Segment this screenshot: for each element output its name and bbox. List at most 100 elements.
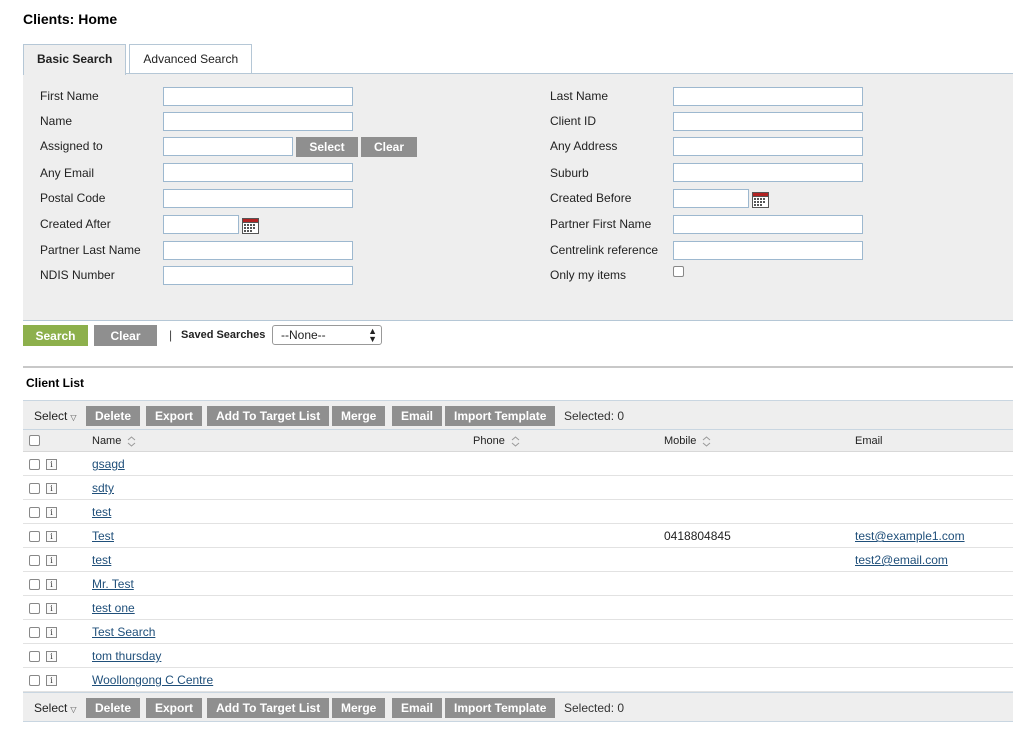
column-header-mobile[interactable]: Mobile <box>664 435 711 447</box>
column-phone-label: Phone <box>473 435 505 447</box>
created-before-input[interactable] <box>673 189 749 208</box>
row-checkbox[interactable] <box>29 459 40 470</box>
row-checkbox[interactable] <box>29 675 40 686</box>
assigned-to-select-button[interactable]: Select <box>296 137 358 157</box>
list-toolbar-bottom: Select ▽ Delete Export Add To Target List… <box>23 692 1013 722</box>
table-row: i tom thursday <box>23 644 1013 668</box>
clear-search-button[interactable]: Clear <box>94 325 157 346</box>
import-template-button[interactable]: Import Template <box>445 406 556 426</box>
client-name-link[interactable]: Test <box>92 529 114 543</box>
ndis-number-input[interactable] <box>163 266 353 285</box>
delete-button[interactable]: Delete <box>86 698 141 718</box>
select-all-checkbox[interactable] <box>29 435 40 446</box>
column-header-name[interactable]: Name <box>92 435 136 447</box>
partner-last-name-input[interactable] <box>163 241 353 260</box>
client-name-link[interactable]: test one <box>92 601 135 615</box>
info-icon[interactable]: i <box>46 603 57 614</box>
tab-advanced-search[interactable]: Advanced Search <box>129 44 253 74</box>
triangle-down-icon: ▽ <box>70 413 77 422</box>
select-menu[interactable]: Select ▽ <box>34 701 77 715</box>
sort-icon <box>703 435 711 447</box>
only-my-items-checkbox[interactable] <box>673 266 684 277</box>
client-email-link[interactable]: test@example1.com <box>855 529 965 543</box>
client-name-link[interactable]: test <box>92 553 111 567</box>
select-menu-label: Select <box>34 409 68 423</box>
partner-first-name-input[interactable] <box>673 215 863 234</box>
table-row: i test one <box>23 596 1013 620</box>
calendar-icon[interactable] <box>752 192 769 208</box>
row-checkbox[interactable] <box>29 627 40 638</box>
client-name-link[interactable]: Test Search <box>92 625 155 639</box>
info-icon[interactable]: i <box>46 651 57 662</box>
table-row: i Woollongong C Centre <box>23 668 1013 692</box>
search-button[interactable]: Search <box>23 325 88 346</box>
info-icon[interactable]: i <box>46 531 57 542</box>
export-button[interactable]: Export <box>146 406 203 426</box>
client-name-link[interactable]: test <box>92 505 111 519</box>
email-button[interactable]: Email <box>392 698 443 718</box>
info-icon[interactable]: i <box>46 459 57 470</box>
info-icon[interactable]: i <box>46 507 57 518</box>
partner-last-name-label: Partner Last Name <box>40 243 141 257</box>
select-arrows-icon: ▲ ▼ <box>368 326 377 344</box>
centrelink-reference-input[interactable] <box>673 241 863 260</box>
client-email-link[interactable]: test2@email.com <box>855 553 948 567</box>
add-to-target-list-button[interactable]: Add To Target List <box>207 406 330 426</box>
client-name-link[interactable]: gsagd <box>92 457 125 471</box>
table-row: i Test 0418804845 test@example1.com <box>23 524 1013 548</box>
delete-button[interactable]: Delete <box>86 406 141 426</box>
client-id-label: Client ID <box>550 114 597 128</box>
created-after-input[interactable] <box>163 215 239 234</box>
row-checkbox[interactable] <box>29 603 40 614</box>
name-input[interactable] <box>163 112 353 131</box>
client-name-link[interactable]: tom thursday <box>92 649 161 663</box>
tab-basic-search[interactable]: Basic Search <box>23 44 127 75</box>
sort-icon <box>128 435 136 447</box>
last-name-input[interactable] <box>673 87 863 106</box>
merge-button[interactable]: Merge <box>332 698 386 718</box>
import-template-button[interactable]: Import Template <box>445 698 556 718</box>
client-name-link[interactable]: Mr. Test <box>92 577 134 591</box>
row-checkbox[interactable] <box>29 651 40 662</box>
any-address-input[interactable] <box>673 137 863 156</box>
column-header-email[interactable]: Email <box>855 435 883 447</box>
postal-code-label: Postal Code <box>40 191 106 205</box>
email-button[interactable]: Email <box>392 406 443 426</box>
first-name-input[interactable] <box>163 87 353 106</box>
any-email-input[interactable] <box>163 163 353 182</box>
client-id-input[interactable] <box>673 112 863 131</box>
row-checkbox[interactable] <box>29 531 40 542</box>
table-row: i test <box>23 500 1013 524</box>
info-icon[interactable]: i <box>46 555 57 566</box>
assigned-to-label: Assigned to <box>40 139 103 153</box>
client-list-title: Client List <box>26 376 85 390</box>
suburb-label: Suburb <box>550 166 589 180</box>
info-icon[interactable]: i <box>46 627 57 638</box>
select-menu[interactable]: Select ▽ <box>34 409 77 423</box>
saved-searches-value: --None-- <box>281 328 326 342</box>
row-checkbox[interactable] <box>29 507 40 518</box>
name-label: Name <box>40 114 73 128</box>
add-to-target-list-button[interactable]: Add To Target List <box>207 698 330 718</box>
column-mobile-label: Mobile <box>664 435 697 447</box>
postal-code-input[interactable] <box>163 189 353 208</box>
table-row: i Test Search <box>23 620 1013 644</box>
suburb-input[interactable] <box>673 163 863 182</box>
any-address-label: Any Address <box>550 139 618 153</box>
client-name-link[interactable]: Woollongong C Centre <box>92 673 213 687</box>
info-icon[interactable]: i <box>46 675 57 686</box>
row-checkbox[interactable] <box>29 579 40 590</box>
row-checkbox[interactable] <box>29 483 40 494</box>
info-icon[interactable]: i <box>46 483 57 494</box>
assigned-to-clear-button[interactable]: Clear <box>361 137 417 157</box>
merge-button[interactable]: Merge <box>332 406 386 426</box>
column-header-phone[interactable]: Phone <box>473 435 520 447</box>
assigned-to-input[interactable] <box>163 137 293 156</box>
client-name-link[interactable]: sdty <box>92 481 114 495</box>
info-icon[interactable]: i <box>46 579 57 590</box>
row-checkbox[interactable] <box>29 555 40 566</box>
saved-searches-select[interactable]: --None-- ▲ ▼ <box>272 325 382 345</box>
calendar-icon[interactable] <box>242 218 259 234</box>
selected-count: Selected: 0 <box>564 409 625 423</box>
export-button[interactable]: Export <box>146 698 203 718</box>
